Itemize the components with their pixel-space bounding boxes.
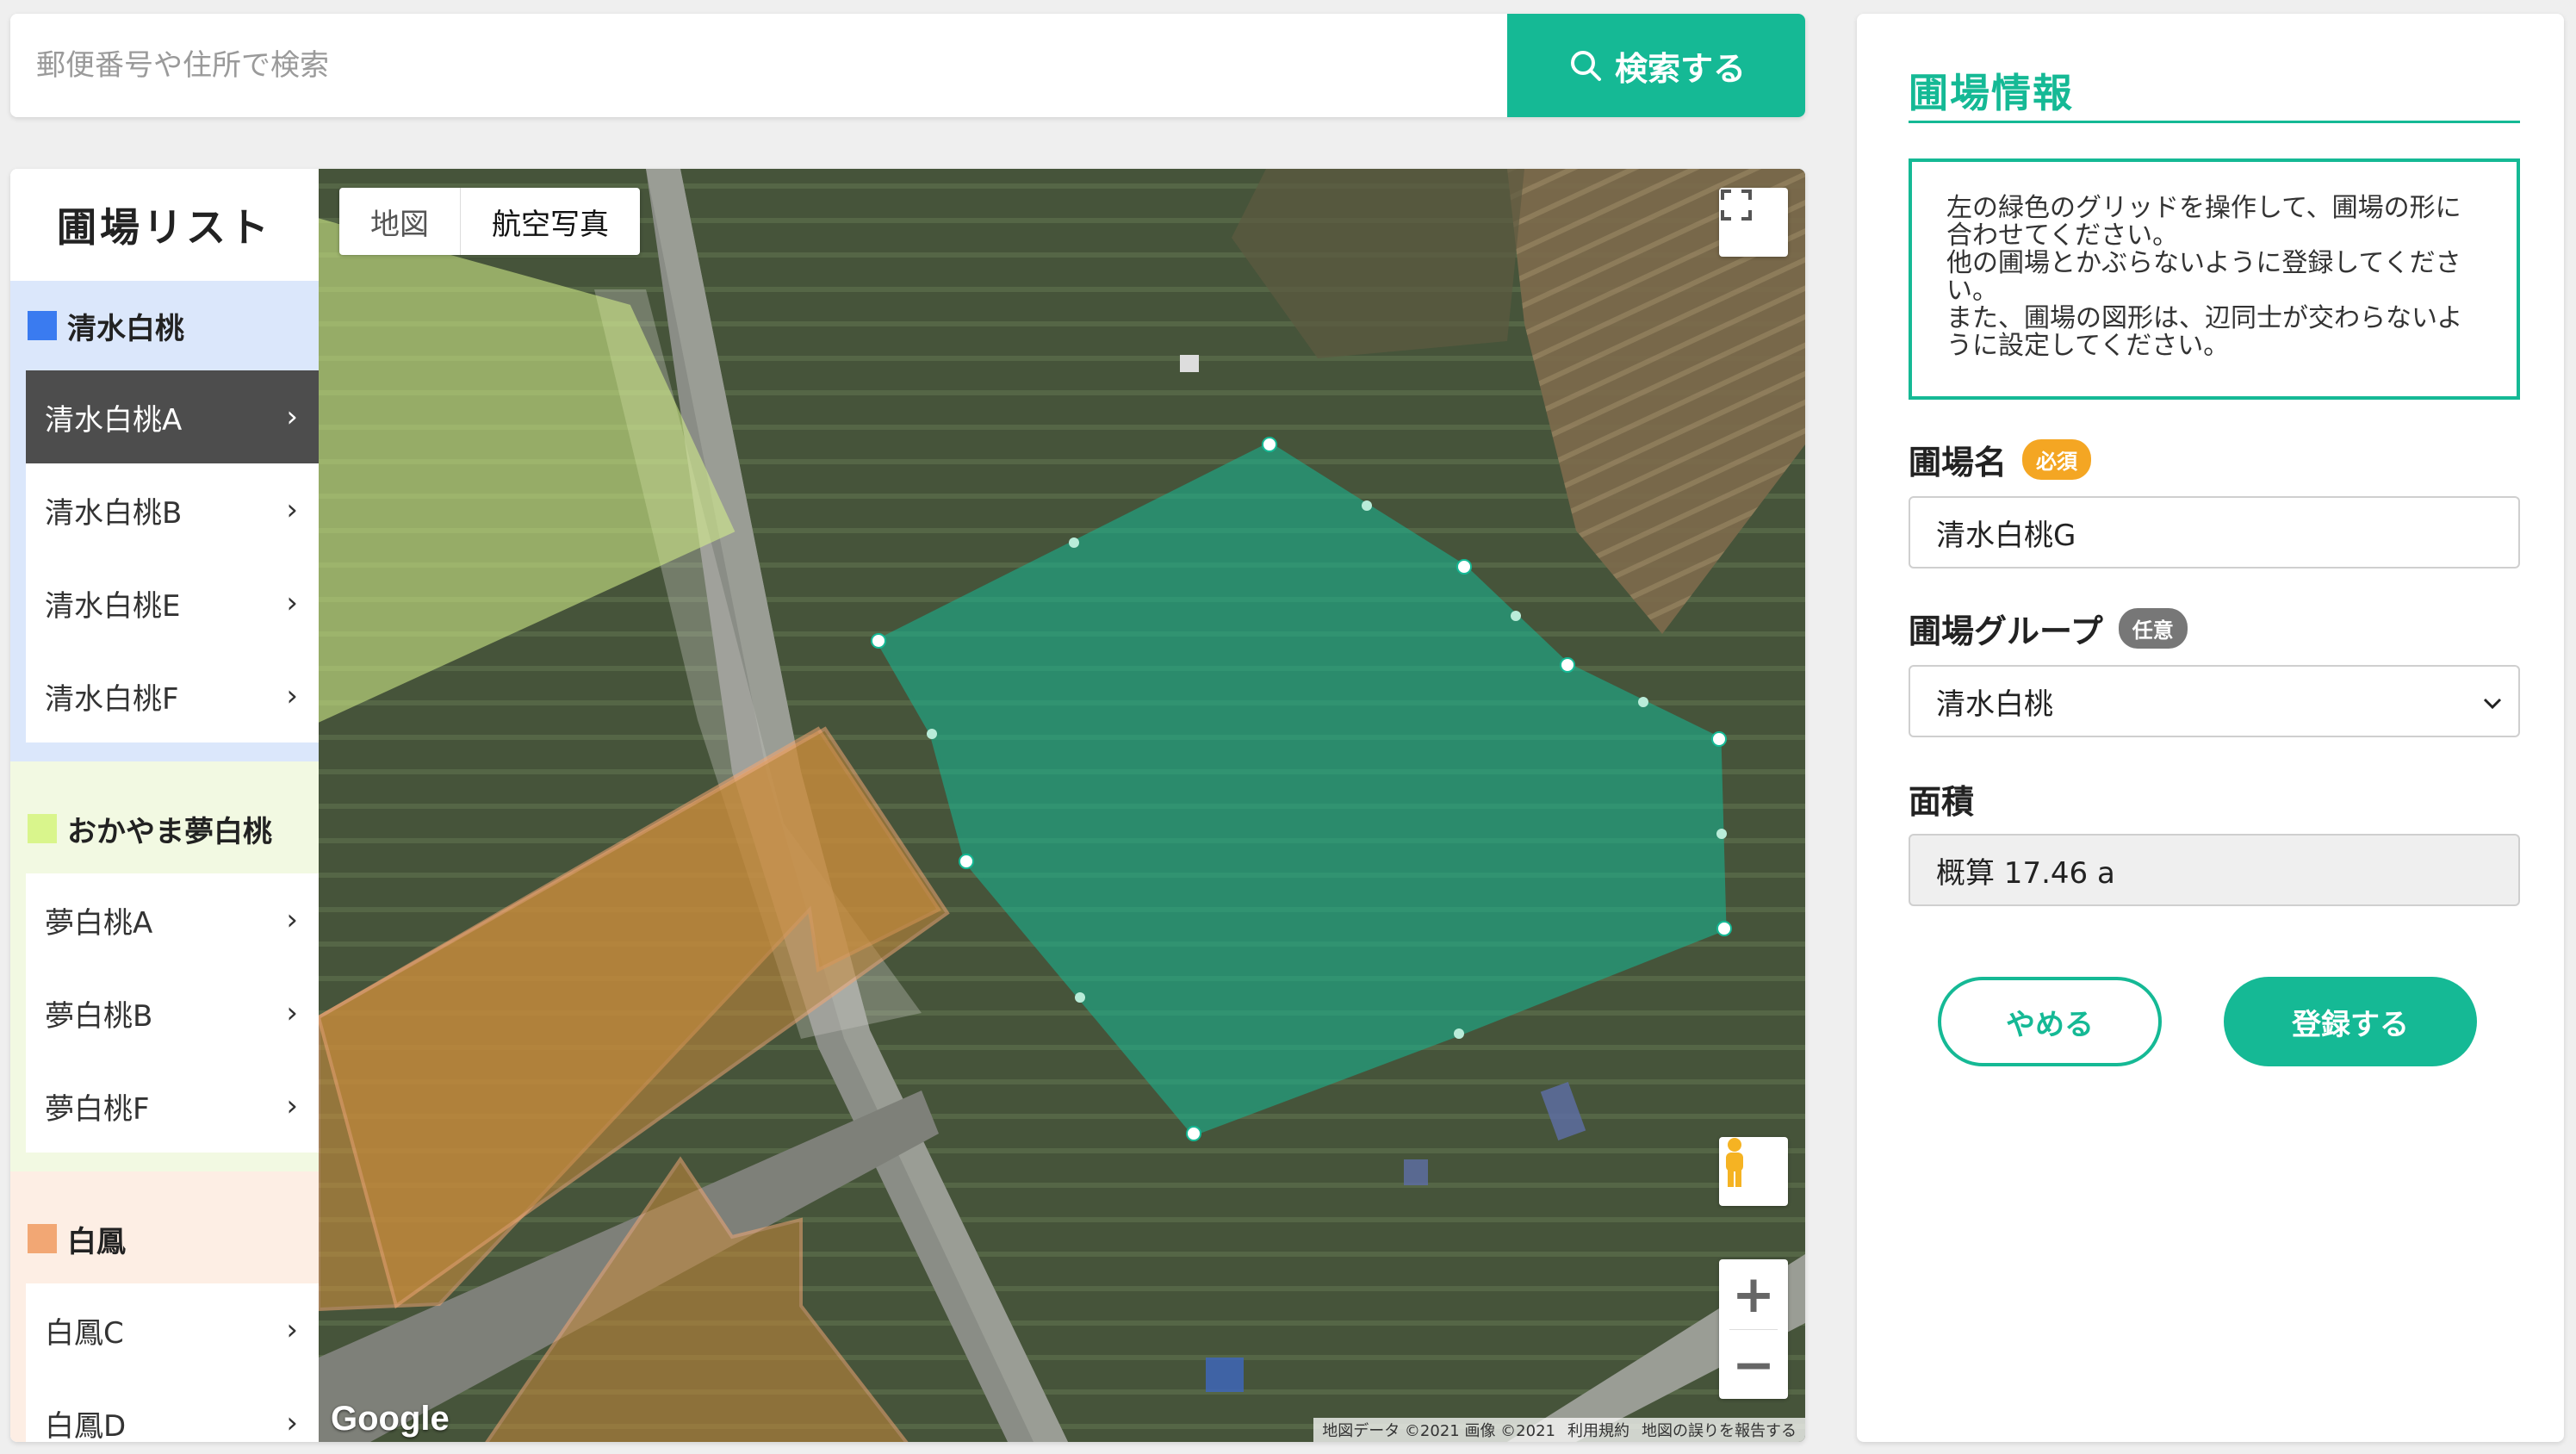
chevron-right-icon: ›: [286, 586, 298, 620]
area-value-field: 概算 17.46 a: [1909, 834, 2520, 906]
field-info-panel: 圃場情報 左の緑色のグリッドを操作して、圃場の形に合わせてください。 他の圃場と…: [1857, 14, 2564, 1442]
attribution-data: 地図データ ©2021 画像 ©2021: [1322, 1422, 1555, 1440]
field-name-input[interactable]: 清水白桃G: [1909, 496, 2520, 569]
list-item-label: 清水白桃A: [45, 402, 183, 438]
list-item[interactable]: 清水白桃F ›: [26, 649, 319, 743]
field-name-label: 圃場名: [1909, 444, 2008, 482]
terms-link[interactable]: 利用規約: [1567, 1419, 1629, 1441]
search-bar: 検索する: [10, 14, 1805, 117]
field-group-shimizu: 清水白桃 清水白桃A › 清水白桃B › 清水白桃E › 清水白桃F ›: [10, 281, 319, 761]
map-attribution: 地図データ ©2021 画像 ©2021 利用規約 地図の誤りを報告する: [1313, 1418, 1805, 1442]
panel-title: 圃場情報: [1909, 70, 2074, 116]
satellite-imagery: [319, 169, 1805, 1442]
list-item[interactable]: 清水白桃A ›: [26, 370, 319, 463]
field-group-select[interactable]: 清水白桃: [1909, 665, 2520, 737]
field-group-select-value: 清水白桃: [1936, 687, 2053, 722]
group-color-swatch: [28, 311, 57, 340]
street-view-button[interactable]: [1719, 1137, 1788, 1206]
zoom-in-icon[interactable]: +: [1719, 1259, 1788, 1329]
field-group-hakuho: 白鳳 白鳳C › 白鳳D ›: [10, 1171, 319, 1442]
zoom-out-icon[interactable]: −: [1719, 1330, 1788, 1400]
group-header[interactable]: おかやま夢白桃: [10, 805, 319, 853]
search-input[interactable]: [10, 14, 1507, 117]
list-item[interactable]: 白鳳D ›: [26, 1376, 319, 1442]
report-error-link[interactable]: 地図の誤りを報告する: [1642, 1419, 1797, 1441]
instruction-line: 他の圃場とかぶらないように登録してください。: [1946, 248, 2461, 306]
list-item-label: 夢白桃F: [45, 1091, 150, 1127]
map-type-satellite-button[interactable]: 航空写真: [460, 188, 640, 255]
chevron-right-icon: ›: [286, 400, 298, 434]
list-item-label: 夢白桃A: [45, 905, 153, 941]
title-divider: [1909, 121, 2520, 123]
cancel-button[interactable]: やめる: [1938, 977, 2162, 1066]
map-type-control: 地図 航空写真: [339, 188, 640, 255]
chevron-right-icon: ›: [286, 903, 298, 937]
map-type-map-button[interactable]: 地図: [339, 188, 460, 255]
group-header[interactable]: 白鳳: [10, 1215, 319, 1263]
list-item[interactable]: 夢白桃A ›: [26, 873, 319, 966]
instruction-box: 左の緑色のグリッドを操作して、圃場の形に合わせてください。 他の圃場とかぶらない…: [1909, 158, 2520, 400]
instruction-line: 左の緑色のグリッドを操作して、圃場の形に合わせてください。: [1946, 193, 2461, 251]
group-color-swatch: [28, 814, 57, 843]
list-item-label: 清水白桃B: [45, 495, 183, 531]
optional-badge: 任意: [2118, 608, 2188, 649]
field-list-title: 圃場リスト: [57, 204, 272, 251]
group-name: おかやま夢白桃: [67, 814, 272, 849]
chevron-right-icon: ›: [286, 1313, 298, 1347]
group-name: 白鳳: [67, 1224, 126, 1259]
list-item[interactable]: 清水白桃B ›: [26, 463, 319, 556]
chevron-right-icon: ›: [286, 1406, 298, 1440]
fullscreen-button[interactable]: [1719, 188, 1788, 257]
map-view[interactable]: 地図 航空写真 + − Google 地図データ ©2021 画像 ©2021 …: [319, 169, 1805, 1442]
group-name: 清水白桃: [67, 311, 184, 346]
register-button[interactable]: 登録する: [2224, 977, 2477, 1066]
field-list: 圃場リスト 清水白桃 清水白桃A › 清水白桃B › 清水白桃E › 清水白桃F…: [10, 169, 319, 1442]
list-item-label: 白鳳C: [45, 1315, 124, 1351]
list-item[interactable]: 白鳳C ›: [26, 1283, 319, 1376]
chevron-right-icon: ›: [286, 1089, 298, 1123]
list-item-label: 白鳳D: [45, 1408, 127, 1443]
search-button[interactable]: 検索する: [1507, 14, 1805, 117]
area-label-row: 面積: [1909, 775, 1974, 823]
list-item-label: 清水白桃E: [45, 588, 181, 624]
field-group-label-row: 圃場グループ 任意: [1909, 605, 2188, 652]
instruction-line: また、圃場の図形は、辺同士が交わらないように設定してください。: [1946, 303, 2463, 361]
area-label: 面積: [1909, 783, 1975, 821]
map-card: 圃場リスト 清水白桃 清水白桃A › 清水白桃B › 清水白桃E › 清水白桃F…: [10, 169, 1805, 1442]
field-name-label-row: 圃場名 必須: [1909, 436, 2092, 483]
chevron-down-icon: [2482, 684, 2503, 718]
chevron-right-icon: ›: [286, 679, 298, 713]
list-item[interactable]: 清水白桃E ›: [26, 556, 319, 649]
group-color-swatch: [28, 1224, 57, 1253]
search-button-label: 検索する: [1614, 49, 1746, 88]
chevron-right-icon: ›: [286, 996, 298, 1030]
zoom-control: + −: [1719, 1259, 1788, 1399]
list-item-label: 夢白桃B: [45, 998, 153, 1034]
chevron-right-icon: ›: [286, 493, 298, 527]
search-icon: [1567, 47, 1605, 84]
google-logo: Google: [331, 1400, 450, 1438]
field-group-yume: おかやま夢白桃 夢白桃A › 夢白桃B › 夢白桃F ›: [10, 761, 319, 1171]
list-item[interactable]: 夢白桃F ›: [26, 1059, 319, 1153]
list-item-label: 清水白桃F: [45, 681, 179, 717]
list-item[interactable]: 夢白桃B ›: [26, 966, 319, 1059]
group-header[interactable]: 清水白桃: [10, 281, 319, 370]
field-group-label: 圃場グループ: [1909, 612, 2103, 650]
required-badge: 必須: [2022, 439, 2092, 480]
